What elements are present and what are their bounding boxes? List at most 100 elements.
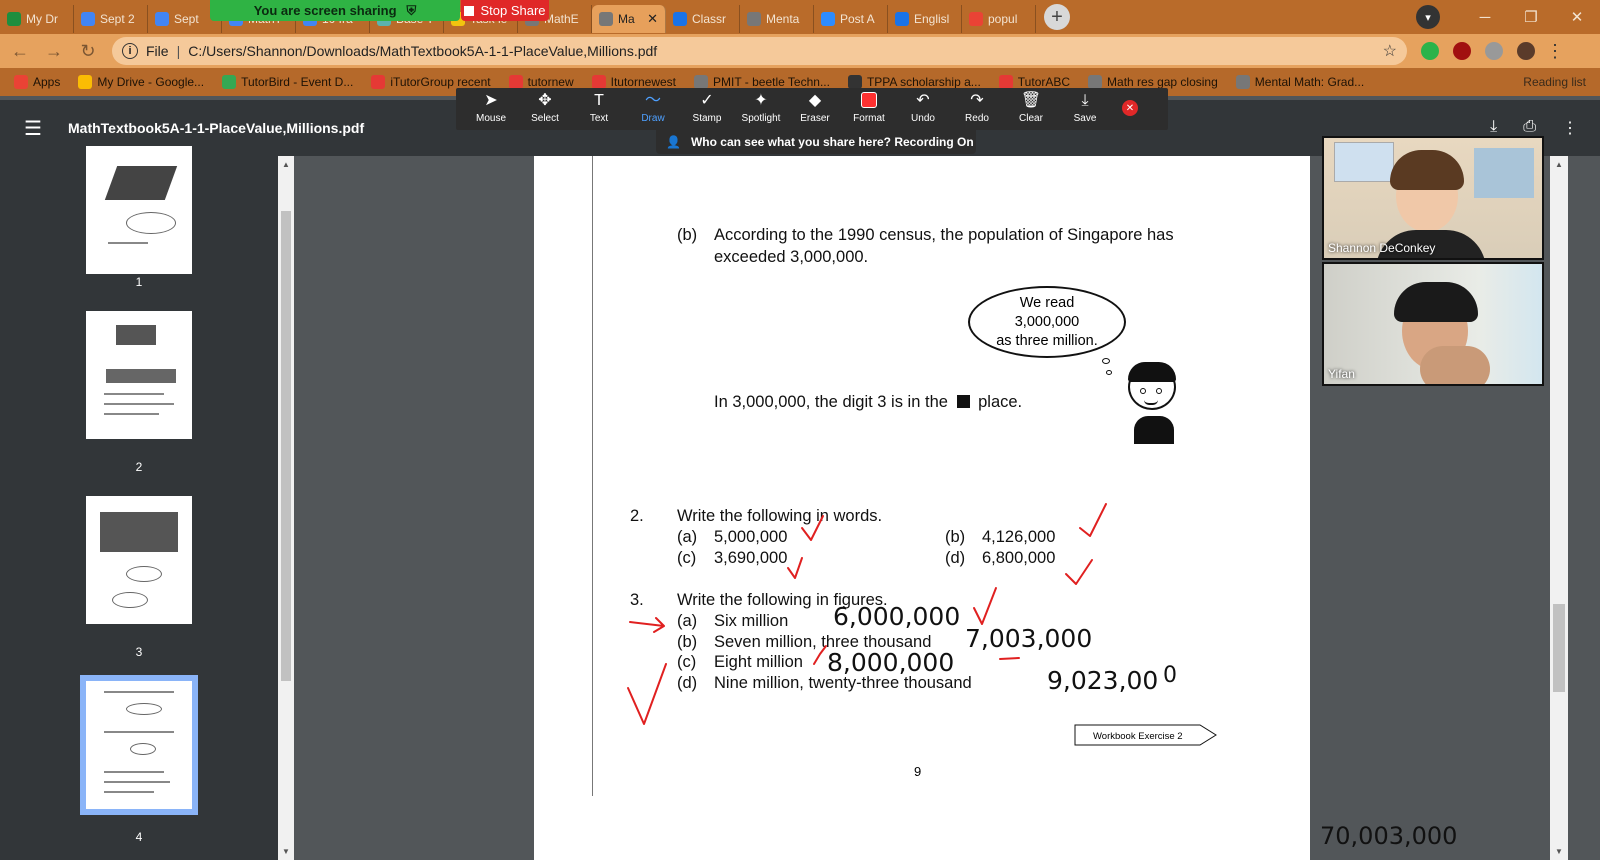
reload-icon[interactable]: ↻ bbox=[74, 41, 102, 62]
annotate-tool-draw[interactable]: 〜 Draw bbox=[626, 92, 680, 124]
print-icon[interactable]: ⎙ bbox=[1523, 118, 1536, 138]
tab-search-icon[interactable]: ▾ bbox=[1416, 5, 1440, 29]
annotate-tool-spotlight[interactable]: ✦ Spotlight bbox=[734, 92, 788, 124]
bookmark-favicon-icon bbox=[78, 75, 93, 89]
tab-favicon-icon bbox=[821, 11, 835, 26]
select-icon: ✥ bbox=[538, 92, 552, 109]
scroll-up-icon[interactable]: ▲ bbox=[1555, 160, 1563, 169]
annotate-tool-undo[interactable]: ↶ Undo bbox=[896, 92, 950, 124]
browser-tab[interactable]: Classr bbox=[666, 4, 740, 33]
bookmark-label: tutornew bbox=[527, 75, 574, 89]
annotate-tool-stamp[interactable]: ✓ Stamp bbox=[680, 92, 734, 124]
annotate-tool-eraser[interactable]: ◆ Eraser bbox=[788, 92, 842, 124]
bookmark-item[interactable]: My Drive - Google... bbox=[78, 75, 204, 89]
bookmark-item[interactable]: Math res gap closing bbox=[1088, 75, 1218, 89]
video-tile-shannon[interactable]: Shannon DeConkey bbox=[1322, 136, 1544, 260]
kebab-menu-icon[interactable]: ⋮ bbox=[1541, 41, 1569, 62]
tab-label: Menta bbox=[766, 11, 800, 26]
browser-tab[interactable]: Englisl bbox=[888, 4, 962, 33]
eraser-icon: ◆ bbox=[808, 92, 822, 109]
scroll-down-icon[interactable]: ▼ bbox=[1555, 847, 1563, 856]
annotate-tool-format[interactable]: Format bbox=[842, 92, 896, 124]
tab-label: Post A bbox=[840, 11, 875, 26]
ublock-icon[interactable] bbox=[1453, 42, 1471, 60]
reading-list-button[interactable]: Reading list bbox=[1523, 75, 1586, 89]
bookmark-item[interactable]: Mental Math: Grad... bbox=[1235, 75, 1364, 89]
bookmark-favicon-icon bbox=[14, 75, 28, 89]
browser-tab[interactable]: Ma ✕ bbox=[592, 4, 666, 33]
browser-tab[interactable]: My Dr bbox=[0, 4, 74, 33]
thumbnail-page-1[interactable] bbox=[86, 146, 192, 274]
people-icon: 👤 bbox=[666, 135, 681, 149]
info-icon[interactable]: i bbox=[122, 43, 138, 59]
tab-close-icon[interactable]: ✕ bbox=[647, 11, 658, 27]
annotate-tool-redo[interactable]: ↷ Redo bbox=[950, 92, 1004, 124]
annotate-tool-mouse[interactable]: ➤ Mouse bbox=[464, 92, 518, 124]
address-bar[interactable]: i File | C:/Users/Shannon/Downloads/Math… bbox=[112, 37, 1407, 65]
tab-favicon-icon bbox=[747, 11, 761, 26]
address-scheme: File bbox=[146, 43, 169, 59]
minimize-icon[interactable]: ─ bbox=[1462, 0, 1508, 34]
browser-tab[interactable]: Post A bbox=[814, 4, 888, 33]
sidebar-scroll-thumb[interactable] bbox=[281, 211, 291, 681]
forward-icon[interactable]: → bbox=[40, 41, 68, 62]
browser-tab[interactable]: Sept 2 bbox=[74, 4, 148, 33]
cloud-line: We read bbox=[1019, 295, 1075, 311]
close-window-icon[interactable]: ✕ bbox=[1554, 0, 1600, 34]
bookmark-label: PMIT - beetle Techn... bbox=[713, 75, 830, 89]
question-3-number: 3. bbox=[630, 591, 644, 609]
bookmark-item[interactable]: TutorBird - Event D... bbox=[222, 75, 353, 89]
video-tile-yifan[interactable]: Yifan bbox=[1322, 262, 1544, 386]
bookmark-favicon-icon bbox=[1235, 75, 1250, 89]
browser-toolbar: ← → ↻ i File | C:/Users/Shannon/Download… bbox=[0, 34, 1600, 68]
sidebar-scrollbar[interactable]: ▲ ▼ bbox=[278, 156, 294, 860]
screen-sharing-banner[interactable]: You are screen sharing ⛨ bbox=[210, 0, 460, 21]
bookmark-item[interactable]: Itutornewest bbox=[591, 75, 676, 89]
check-mark-2b bbox=[1079, 503, 1107, 537]
more-icon[interactable]: ⋮ bbox=[1562, 118, 1578, 138]
q2-value-b: 4,126,000 bbox=[982, 528, 1056, 546]
extension-icon[interactable] bbox=[1421, 42, 1439, 60]
scroll-down-icon[interactable]: ▼ bbox=[282, 847, 290, 856]
annotate-tool-save[interactable]: ⤓ Save bbox=[1058, 92, 1112, 124]
bookmark-item[interactable]: TutorABC bbox=[998, 75, 1070, 89]
main-scrollbar[interactable]: ▲ ▼ bbox=[1550, 156, 1568, 860]
close-annotation-icon[interactable]: ✕ bbox=[1122, 100, 1138, 116]
scroll-up-icon[interactable]: ▲ bbox=[282, 160, 290, 169]
tab-favicon-icon bbox=[969, 11, 983, 26]
text-icon: T bbox=[594, 92, 604, 109]
browser-tab[interactable]: Menta bbox=[740, 4, 814, 33]
bookmark-item[interactable]: TPPA scholarship a... bbox=[847, 75, 981, 89]
thumbnail-number: 2 bbox=[135, 460, 143, 474]
bookmark-star-icon[interactable]: ☆ bbox=[1383, 41, 1397, 61]
stop-share-button[interactable]: Stop Share bbox=[461, 0, 549, 21]
thumbnail-page-2[interactable] bbox=[86, 311, 192, 439]
recording-notice[interactable]: 👤 Who can see what you share here? Recor… bbox=[656, 130, 976, 154]
annotate-tool-clear[interactable]: 🗑 Clear bbox=[1004, 92, 1058, 124]
bookmark-item[interactable]: PMIT - beetle Techn... bbox=[694, 75, 830, 89]
menu-icon[interactable]: ☰ bbox=[24, 116, 46, 141]
blank-square-icon bbox=[956, 395, 970, 408]
workbook-exercise-tag: Workbook Exercise 2 bbox=[1093, 730, 1183, 742]
thumbnail-sidebar: 1 2 3 4 bbox=[0, 146, 278, 860]
annotate-tool-text[interactable]: T Text bbox=[572, 92, 626, 124]
answer-a-handwritten: 6,000,000 bbox=[833, 602, 961, 631]
tab-label: MathE bbox=[544, 11, 579, 26]
bookmark-item[interactable]: tutornew bbox=[508, 75, 574, 89]
thought-cloud: We read 3,000,000 as three million. bbox=[968, 286, 1126, 358]
bookmark-item[interactable]: iTutorGroup recent bbox=[371, 75, 491, 89]
bookmark-item[interactable]: Apps bbox=[14, 75, 60, 89]
back-icon[interactable]: ← bbox=[6, 41, 34, 62]
q2-value-d: 6,800,000 bbox=[982, 549, 1056, 567]
annotate-tool-select[interactable]: ✥ Select bbox=[518, 92, 572, 124]
restore-icon[interactable]: ❐ bbox=[1508, 0, 1554, 34]
browser-tab[interactable]: popul bbox=[962, 4, 1036, 33]
thumbnail-page-4[interactable] bbox=[80, 675, 198, 815]
puzzle-icon[interactable] bbox=[1485, 42, 1503, 60]
main-scroll-thumb[interactable] bbox=[1553, 604, 1565, 692]
new-tab-button[interactable]: + bbox=[1044, 4, 1070, 30]
profile-avatar[interactable] bbox=[1517, 42, 1535, 60]
thumbnail-page-3[interactable] bbox=[86, 496, 192, 624]
download-icon[interactable]: ⤓ bbox=[1490, 118, 1497, 138]
q3-text-c: Eight million bbox=[714, 653, 803, 671]
